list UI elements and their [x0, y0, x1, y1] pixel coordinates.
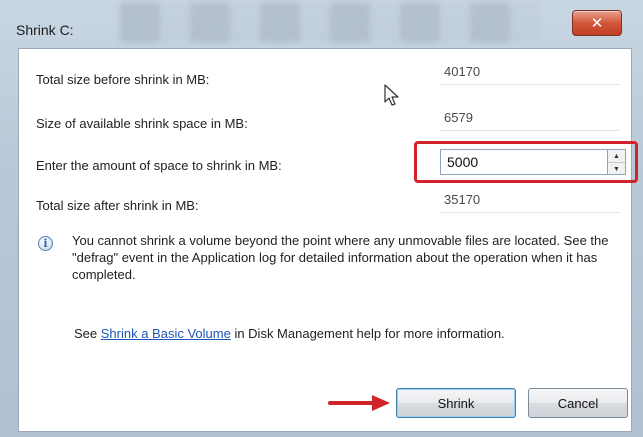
close-icon: ✕ [590, 15, 604, 32]
cancel-button[interactable]: Cancel [528, 388, 628, 418]
available-value: 6579 [444, 110, 473, 125]
help-link[interactable]: Shrink a Basic Volume [101, 326, 231, 341]
info-icon: i [38, 236, 53, 251]
info-message: You cannot shrink a volume beyond the po… [72, 233, 609, 282]
available-label: Size of available shrink space in MB: [36, 116, 248, 131]
titlebar-background [120, 2, 540, 42]
shrink-amount-input[interactable] [440, 149, 608, 175]
mouse-cursor-icon [384, 84, 399, 106]
close-button[interactable]: ✕ [572, 10, 622, 36]
shrink-amount-stepper[interactable]: ▲ ▼ [608, 149, 626, 175]
enter-amount-label: Enter the amount of space to shrink in M… [36, 158, 282, 173]
stepper-down-icon[interactable]: ▼ [608, 163, 625, 175]
total-before-label: Total size before shrink in MB: [36, 72, 210, 87]
screenshot: Shrink C: ✕ Total size before shrink in … [0, 0, 643, 437]
total-after-value: 35170 [444, 192, 481, 207]
help-suffix: in Disk Management help for more informa… [230, 326, 505, 341]
help-prefix: See [74, 326, 101, 341]
shrink-button[interactable]: Shrink [396, 388, 516, 418]
red-arrow-icon [328, 395, 390, 411]
stepper-up-icon[interactable]: ▲ [608, 150, 625, 163]
window-title: Shrink C: [16, 22, 74, 38]
help-line: See Shrink a Basic Volume in Disk Manage… [74, 326, 505, 341]
total-after-label: Total size after shrink in MB: [36, 198, 199, 213]
total-before-value: 40170 [444, 64, 481, 79]
